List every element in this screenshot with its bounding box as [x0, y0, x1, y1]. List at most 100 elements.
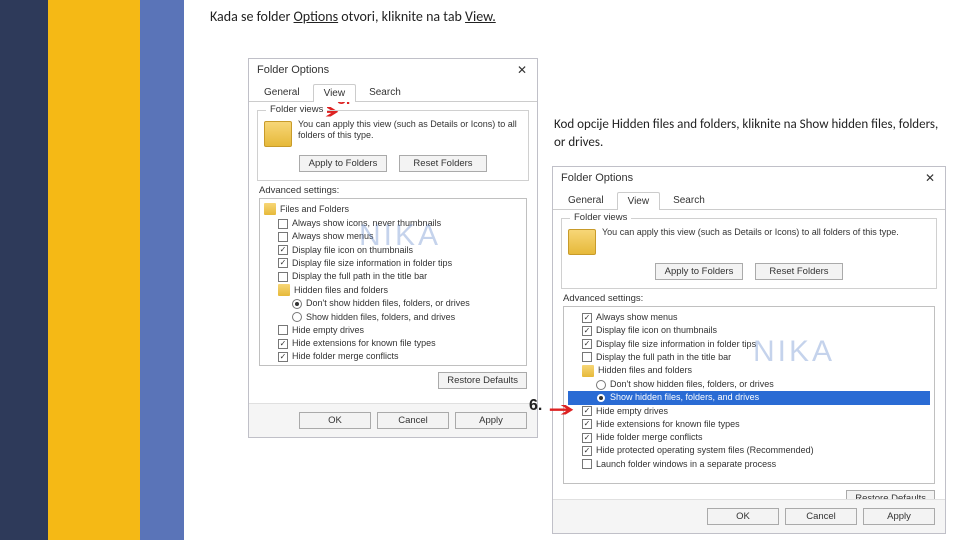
reset-folders-button[interactable]: Reset Folders — [399, 155, 487, 172]
setting-option[interactable]: Always show menus — [264, 230, 522, 243]
checkbox-icon[interactable] — [582, 459, 592, 469]
option-label: Show hidden files, folders, and drives — [306, 312, 455, 323]
radio-icon[interactable] — [292, 312, 302, 322]
tab-general[interactable]: General — [253, 83, 311, 101]
checkbox-icon[interactable] — [582, 419, 592, 429]
option-label: Display file icon on thumbnails — [292, 245, 413, 256]
folder-views-text: You can apply this view (such as Details… — [602, 227, 930, 238]
setting-option[interactable]: Hide empty drives — [264, 324, 522, 337]
setting-option[interactable]: Always show menus — [568, 311, 930, 324]
dialog-title: Folder Options — [257, 64, 329, 76]
setting-option[interactable]: Hide empty drives — [568, 405, 930, 418]
setting-option[interactable]: Display the full path in the title bar — [568, 351, 930, 364]
ok-button[interactable]: OK — [299, 412, 371, 429]
tab-bar: General View Search — [249, 83, 537, 102]
checkbox-icon[interactable] — [582, 339, 592, 349]
tab-view[interactable]: View — [313, 84, 357, 102]
folder-views-text: You can apply this view (such as Details… — [298, 119, 522, 141]
checkbox-icon[interactable] — [278, 219, 288, 229]
option-label: Always show menus — [596, 312, 678, 323]
setting-option[interactable]: Display the full path in the title bar — [264, 270, 522, 283]
checkbox-icon[interactable] — [278, 232, 288, 242]
setting-option[interactable]: Hide extensions for known file types — [264, 337, 522, 350]
setting-option[interactable]: Hidden files and folders — [568, 364, 930, 378]
reset-folders-button[interactable]: Reset Folders — [755, 263, 843, 280]
dialog-title: Folder Options — [561, 172, 633, 184]
folder-icon — [582, 365, 594, 377]
setting-option[interactable]: Hide protected operating system files (R… — [568, 444, 930, 457]
cancel-button[interactable]: Cancel — [785, 508, 857, 525]
radio-icon[interactable] — [292, 299, 302, 309]
setting-option[interactable]: Display file icon on thumbnails — [264, 244, 522, 257]
folder-views-label: Folder views — [570, 212, 631, 223]
tab-search[interactable]: Search — [662, 191, 716, 209]
tree-root: Files and Folders — [264, 203, 522, 215]
setting-option[interactable]: Don't show hidden files, folders, or dri… — [264, 297, 522, 310]
setting-option[interactable]: Display file size information in folder … — [264, 257, 522, 270]
annotation-arrow-icon: ➔ — [548, 397, 575, 422]
radio-icon[interactable] — [596, 380, 606, 390]
checkbox-icon[interactable] — [278, 272, 288, 282]
option-label: Hide empty drives — [596, 406, 668, 417]
checkbox-icon[interactable] — [582, 326, 592, 336]
instruction-step-6: Kod opcije Hidden files and folders, kli… — [554, 116, 944, 151]
setting-option[interactable]: Hidden files and folders — [264, 283, 522, 297]
folder-icon — [278, 284, 290, 296]
ok-button[interactable]: OK — [707, 508, 779, 525]
folder-views-label: Folder views — [266, 104, 327, 115]
advanced-settings-label: Advanced settings: — [259, 185, 527, 196]
setting-option[interactable]: Hide folder merge conflicts — [568, 431, 930, 444]
setting-option[interactable]: Don't show hidden files, folders, or dri… — [568, 378, 930, 391]
setting-option[interactable]: Hide extensions for known file types — [568, 418, 930, 431]
close-button[interactable]: ✕ — [921, 171, 939, 185]
checkbox-icon[interactable] — [582, 352, 592, 362]
folder-options-dialog-step6: 6. ➔ NIKA Folder Options ✕ General View … — [552, 166, 946, 534]
restore-defaults-button[interactable]: Restore Defaults — [438, 372, 527, 389]
checkbox-icon[interactable] — [582, 446, 592, 456]
radio-icon[interactable] — [596, 393, 606, 403]
cancel-button[interactable]: Cancel — [377, 412, 449, 429]
option-label: Hide extensions for known file types — [292, 338, 436, 349]
checkbox-icon[interactable] — [278, 325, 288, 335]
folder-views-group: Folder views You can apply this view (su… — [257, 110, 529, 181]
option-label: Don't show hidden files, folders, or dri… — [306, 298, 470, 309]
option-label: Hide empty drives — [292, 325, 364, 336]
folder-icon — [264, 203, 276, 215]
apply-button[interactable]: Apply — [455, 412, 527, 429]
apply-button[interactable]: Apply — [863, 508, 935, 525]
folder-options-dialog-step5: 5. ➔ NIKA Folder Options ✕ General View … — [248, 58, 538, 438]
checkbox-icon[interactable] — [582, 406, 592, 416]
tab-general[interactable]: General — [557, 191, 615, 209]
advanced-settings-list[interactable]: Always show menus Display file icon on th… — [563, 306, 935, 484]
checkbox-icon[interactable] — [278, 245, 288, 255]
instruction-step-5: Kada se folder Options otvori, kliknite … — [210, 8, 952, 25]
option-label: Display file icon on thumbnails — [596, 325, 717, 336]
option-label: Don't show hidden files, folders, or dri… — [610, 379, 774, 390]
setting-option[interactable]: Launch folder windows in a separate proc… — [568, 458, 930, 471]
advanced-settings-list[interactable]: Files and Folders Always show icons, neve… — [259, 198, 527, 366]
option-label: Always show icons, never thumbnails — [292, 218, 441, 229]
setting-option[interactable]: Show hidden files, folders, and drives — [568, 391, 930, 404]
tab-view[interactable]: View — [617, 192, 661, 210]
option-label: Launch folder windows in a separate proc… — [596, 459, 776, 470]
setting-option[interactable]: Show hidden files, folders, and drives — [264, 311, 522, 324]
setting-option[interactable]: Hide folder merge conflicts — [264, 350, 522, 363]
option-label: Display file size information in folder … — [292, 258, 452, 269]
checkbox-icon[interactable] — [278, 258, 288, 268]
annotation-6: 6. — [529, 397, 542, 415]
checkbox-icon[interactable] — [582, 313, 592, 323]
checkbox-icon[interactable] — [582, 433, 592, 443]
apply-to-folders-button[interactable]: Apply to Folders — [655, 263, 743, 280]
setting-option[interactable]: Display file icon on thumbnails — [568, 324, 930, 337]
apply-to-folders-button[interactable]: Apply to Folders — [299, 155, 387, 172]
close-button[interactable]: ✕ — [513, 63, 531, 77]
option-label: Hide extensions for known file types — [596, 419, 740, 430]
option-label: Hidden files and folders — [598, 365, 692, 376]
tab-search[interactable]: Search — [358, 83, 412, 101]
advanced-settings-label: Advanced settings: — [563, 293, 935, 304]
setting-option[interactable]: Display file size information in folder … — [568, 338, 930, 351]
folder-icon — [264, 121, 292, 147]
checkbox-icon[interactable] — [278, 352, 288, 362]
setting-option[interactable]: Always show icons, never thumbnails — [264, 217, 522, 230]
checkbox-icon[interactable] — [278, 339, 288, 349]
